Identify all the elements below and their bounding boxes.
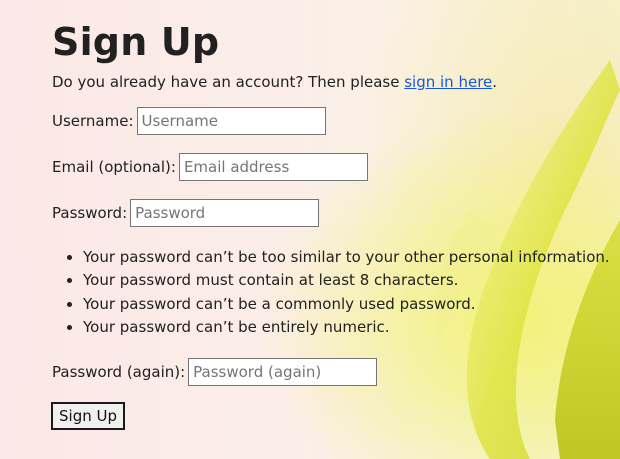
sign-up-button[interactable]: Sign Up: [51, 401, 125, 430]
list-item: Your password can’t be too similar to yo…: [83, 246, 612, 270]
email-label: Email (optional):: [52, 157, 176, 176]
password-again-row: Password (again):: [52, 357, 612, 386]
intro-text: Do you already have an account? Then ple…: [52, 73, 612, 91]
username-input[interactable]: [136, 106, 326, 135]
password-label: Password:: [52, 203, 128, 222]
intro-text-end: .: [492, 72, 498, 91]
page-title: Sign Up: [52, 20, 220, 64]
email-row: Email (optional):: [52, 152, 612, 181]
list-item: Your password can’t be a commonly used p…: [83, 293, 612, 317]
username-label: Username:: [52, 111, 134, 130]
sign-in-link[interactable]: sign in here: [404, 73, 492, 91]
signup-container: Sign Up Do you already have an account? …: [51, 0, 612, 430]
intro-text-start: Do you already have an account? Then ple…: [52, 72, 405, 91]
list-item: Your password must contain at least 8 ch…: [83, 269, 612, 293]
password-help-list: Your password can’t be too similar to yo…: [52, 246, 612, 340]
username-row: Username:: [52, 106, 612, 135]
submit-row: Sign Up: [51, 401, 612, 430]
password-row: Password:: [52, 198, 612, 227]
email-input[interactable]: [178, 152, 368, 181]
password-again-label: Password (again):: [52, 362, 186, 381]
password-input[interactable]: [130, 198, 320, 227]
password-again-input[interactable]: [188, 357, 378, 386]
list-item: Your password can’t be entirely numeric.: [83, 316, 612, 340]
